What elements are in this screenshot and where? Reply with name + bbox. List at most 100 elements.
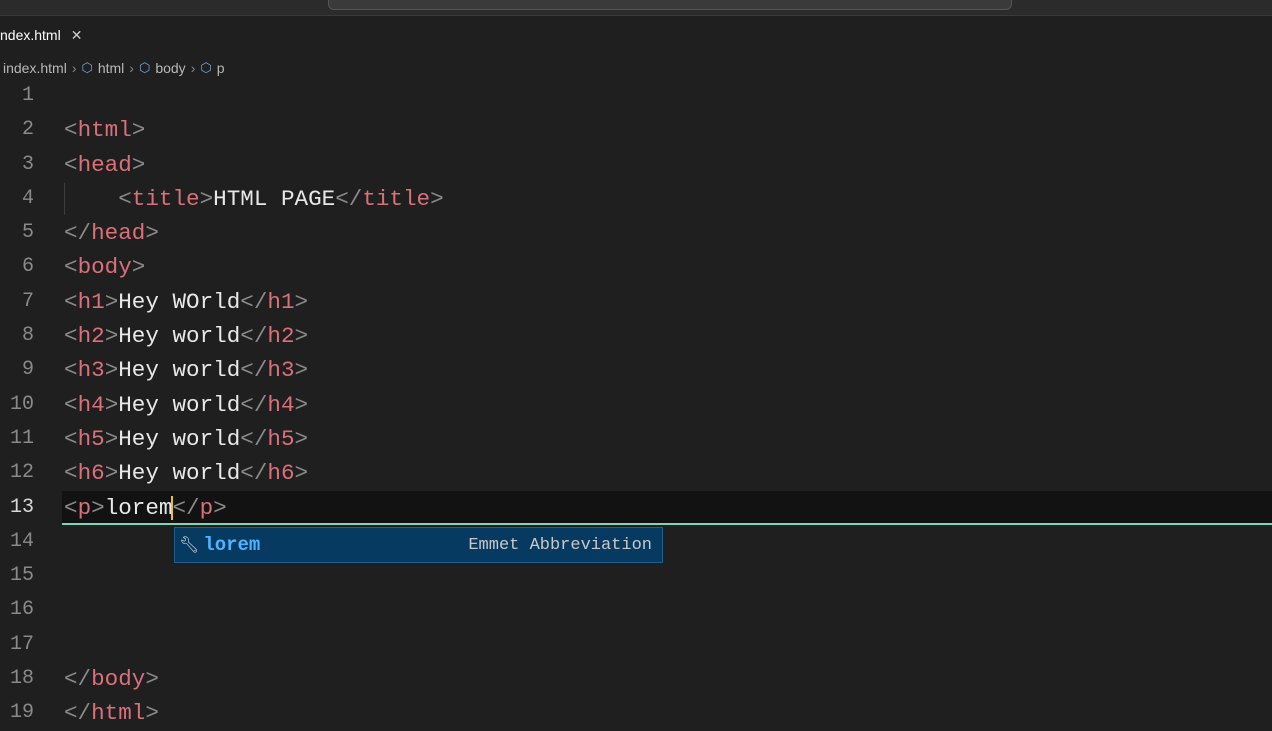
tag-name: h5 <box>77 425 105 452</box>
tag-name: h2 <box>77 323 105 350</box>
tag-name: body <box>77 254 132 281</box>
line-number: 12 <box>9 461 34 485</box>
code-line[interactable]: <p>lorem</p> <box>62 490 1272 525</box>
tag-name: html <box>77 117 132 144</box>
tag-bracket: > <box>145 666 159 693</box>
line-number: 3 <box>21 152 34 176</box>
tag-name: h2 <box>267 323 295 350</box>
line-number-gutter: 1 2 3 4 5 6 7 8 9 10 11 12 13 14 15 16 17 18 19 <box>0 79 34 731</box>
tag-bracket: < <box>64 494 78 521</box>
tag-bracket: </ <box>64 220 92 247</box>
tag-bracket: </ <box>172 494 200 521</box>
tag-bracket: < <box>64 357 78 384</box>
text-content: Hey world <box>118 391 241 418</box>
tag-bracket: > <box>104 288 119 315</box>
line-number: 17 <box>9 632 34 656</box>
tag-bracket: > <box>294 357 309 384</box>
element-icon: ⬡ <box>200 60 212 75</box>
tag-bracket: > <box>104 391 119 418</box>
code-line[interactable]: <title>HTML PAGE</title> <box>64 182 1272 216</box>
tag-name: title <box>131 185 200 212</box>
breadcrumb-item-p[interactable]: p <box>217 60 225 76</box>
code-line[interactable]: <h1>Hey WOrld</h1> <box>64 285 1272 319</box>
close-icon[interactable]: ✕ <box>71 27 83 44</box>
tag-bracket: > <box>430 185 444 212</box>
tag-bracket: </ <box>240 323 268 350</box>
tab-index-html[interactable]: ndex.html ✕ <box>0 16 82 54</box>
tag-bracket: </ <box>335 185 363 212</box>
code-editor[interactable]: <html> <head> <title>HTML PAGE</title> </h… <box>62 79 1272 731</box>
tag-bracket: </ <box>240 357 268 384</box>
code-line[interactable]: <h4>Hey world</h4> <box>64 388 1272 422</box>
code-line[interactable]: </body> <box>64 662 1272 696</box>
code-line[interactable]: <h3>Hey world</h3> <box>64 353 1272 387</box>
tag-bracket: > <box>294 323 309 350</box>
tag-name: title <box>362 185 431 212</box>
breadcrumb-item-body[interactable]: body <box>155 60 185 76</box>
code-line[interactable]: </head> <box>64 216 1272 250</box>
code-line[interactable]: <body> <box>64 250 1272 284</box>
chevron-right-icon: › <box>129 60 134 76</box>
tag-bracket: < <box>64 391 78 418</box>
line-number: 4 <box>21 186 34 210</box>
tag-bracket: < <box>64 460 78 487</box>
tag-bracket: < <box>64 323 78 350</box>
tag-bracket: > <box>104 323 119 350</box>
tag-bracket: > <box>213 494 227 521</box>
code-line[interactable]: </html> <box>64 696 1272 730</box>
line-number: 8 <box>21 324 34 348</box>
tag-name: h4 <box>267 391 295 418</box>
tag-name: h1 <box>267 288 295 315</box>
tag-bracket: > <box>104 460 119 487</box>
tag-bracket: > <box>294 288 309 315</box>
suggestion-detail: Emmet Abbreviation <box>468 535 652 555</box>
tag-bracket: < <box>64 254 78 281</box>
tag-bracket: > <box>131 151 146 178</box>
breadcrumb-item-html[interactable]: html <box>98 60 124 76</box>
tag-name: head <box>91 220 146 247</box>
tag-bracket: > <box>104 425 119 452</box>
tab-label: ndex.html <box>0 27 61 43</box>
breadcrumb: index.html › ⬡ html › ⬡ body › ⬡ p <box>3 58 225 78</box>
tag-bracket: > <box>294 425 309 452</box>
text-content: Hey world <box>118 323 241 350</box>
chevron-right-icon: › <box>71 60 77 76</box>
tag-bracket: > <box>199 185 214 212</box>
tag-name: h6 <box>267 460 295 487</box>
tag-bracket: </ <box>64 700 92 727</box>
text-content: Hey world <box>118 460 241 487</box>
tag-name: head <box>77 151 132 178</box>
tag-bracket: < <box>64 151 78 178</box>
line-number: 15 <box>9 564 34 588</box>
code-line[interactable] <box>64 79 1272 113</box>
tag-name: h6 <box>77 460 105 487</box>
command-center[interactable] <box>328 0 1012 10</box>
code-line[interactable]: <h6>Hey world</h6> <box>64 456 1272 490</box>
tag-bracket: > <box>294 460 309 487</box>
code-line[interactable]: <h5>Hey world</h5> <box>64 422 1272 456</box>
title-bar <box>0 0 1272 16</box>
element-icon: ⬡ <box>138 60 151 75</box>
suggestion-label: lorem <box>203 534 261 556</box>
code-line[interactable] <box>64 628 1272 662</box>
autocomplete-suggestion[interactable]: 🔧︎ lorem Emmet Abbreviation <box>174 527 663 563</box>
tag-bracket: </ <box>240 391 268 418</box>
text-content: HTML PAGE <box>213 185 336 212</box>
tag-bracket: < <box>64 117 78 144</box>
code-line[interactable] <box>64 593 1272 627</box>
tag-bracket: > <box>131 254 146 281</box>
code-line[interactable]: <h2>Hey world</h2> <box>64 319 1272 353</box>
code-line[interactable] <box>64 559 1272 593</box>
line-number: 9 <box>21 358 34 382</box>
wrench-icon: 🔧︎ <box>179 537 200 555</box>
tag-name: html <box>91 700 146 727</box>
tag-name: h4 <box>77 391 105 418</box>
tag-bracket: </ <box>240 425 268 452</box>
tag-name: p <box>77 494 92 521</box>
tag-bracket: > <box>131 117 146 144</box>
tag-bracket: < <box>64 425 78 452</box>
breadcrumb-item-file[interactable]: index.html <box>3 60 67 76</box>
text-content <box>64 186 118 212</box>
code-line[interactable]: <html> <box>64 113 1272 147</box>
code-line[interactable]: <head> <box>64 148 1272 182</box>
